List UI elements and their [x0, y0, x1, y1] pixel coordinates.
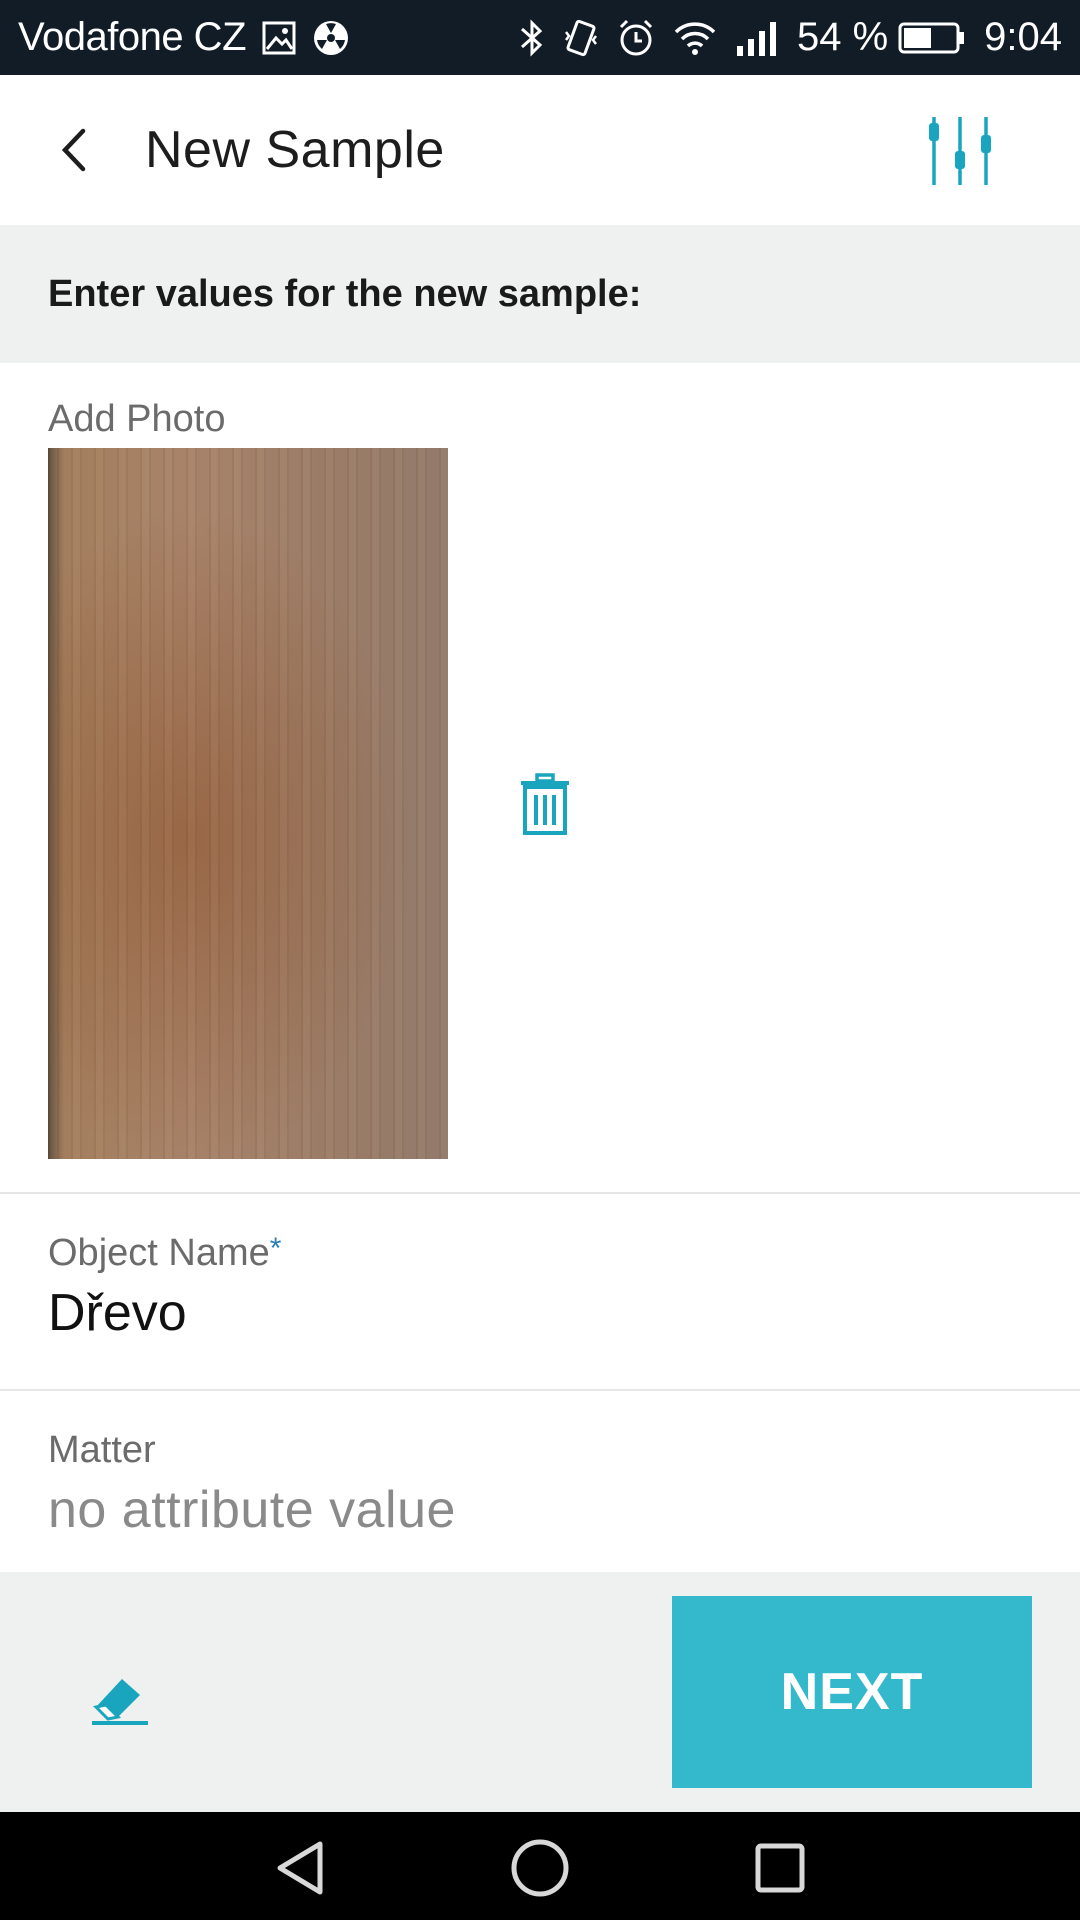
navigation-bar: [0, 1812, 1080, 1920]
clear-button[interactable]: [80, 1662, 160, 1732]
bottom-action-bar: NEXT: [0, 1572, 1080, 1812]
app-bar: New Sample: [0, 75, 1080, 225]
wifi-icon: [673, 20, 717, 56]
settings-button[interactable]: [915, 111, 1005, 191]
object-name-label-text: Object Name: [48, 1232, 270, 1274]
signal-icon: [735, 20, 779, 56]
divider: [0, 1192, 1080, 1194]
object-name-field[interactable]: Dřevo: [48, 1283, 187, 1343]
battery-percent: 54 %: [796, 15, 889, 59]
back-button[interactable]: [40, 115, 110, 185]
recents-square-icon: [755, 1843, 805, 1893]
sliders-icon: [929, 117, 991, 185]
next-button[interactable]: NEXT: [672, 1596, 1032, 1788]
object-name-label: Object Name*: [48, 1232, 281, 1275]
page-title: New Sample: [145, 121, 445, 179]
instruction-banner: Enter values for the new sample:: [0, 225, 1080, 363]
image-icon: [262, 21, 296, 55]
required-mark: *: [269, 1232, 282, 1265]
bluetooth-icon: [519, 18, 545, 58]
matter-label: Matter: [48, 1429, 156, 1471]
eraser-icon: [92, 1679, 148, 1725]
nav-back-button[interactable]: [268, 1836, 332, 1900]
battery-icon: [898, 21, 966, 55]
add-photo-label: Add Photo: [48, 398, 226, 440]
divider: [0, 1389, 1080, 1391]
sample-photo[interactable]: [48, 448, 448, 1159]
trash-icon: [521, 773, 569, 835]
nav-home-button[interactable]: [508, 1836, 572, 1900]
status-bar: Vodafone CZ 54 % 9:04: [0, 0, 1080, 75]
alarm-icon: [617, 18, 655, 58]
radiation-icon: [312, 19, 350, 57]
vibrate-icon: [563, 18, 599, 58]
nav-recents-button[interactable]: [748, 1836, 812, 1900]
home-circle-icon: [511, 1839, 569, 1897]
clock: 9:04: [984, 15, 1062, 59]
status-right: 54 % 9:04: [519, 15, 1062, 60]
chevron-left-icon: [61, 128, 86, 172]
back-triangle-icon: [277, 1841, 323, 1895]
matter-field[interactable]: no attribute value: [48, 1480, 456, 1540]
carrier-name: Vodafone CZ: [18, 15, 247, 59]
status-left: Vodafone CZ: [18, 15, 350, 60]
delete-photo-button[interactable]: [510, 768, 580, 842]
instruction-text: Enter values for the new sample:: [48, 272, 642, 315]
